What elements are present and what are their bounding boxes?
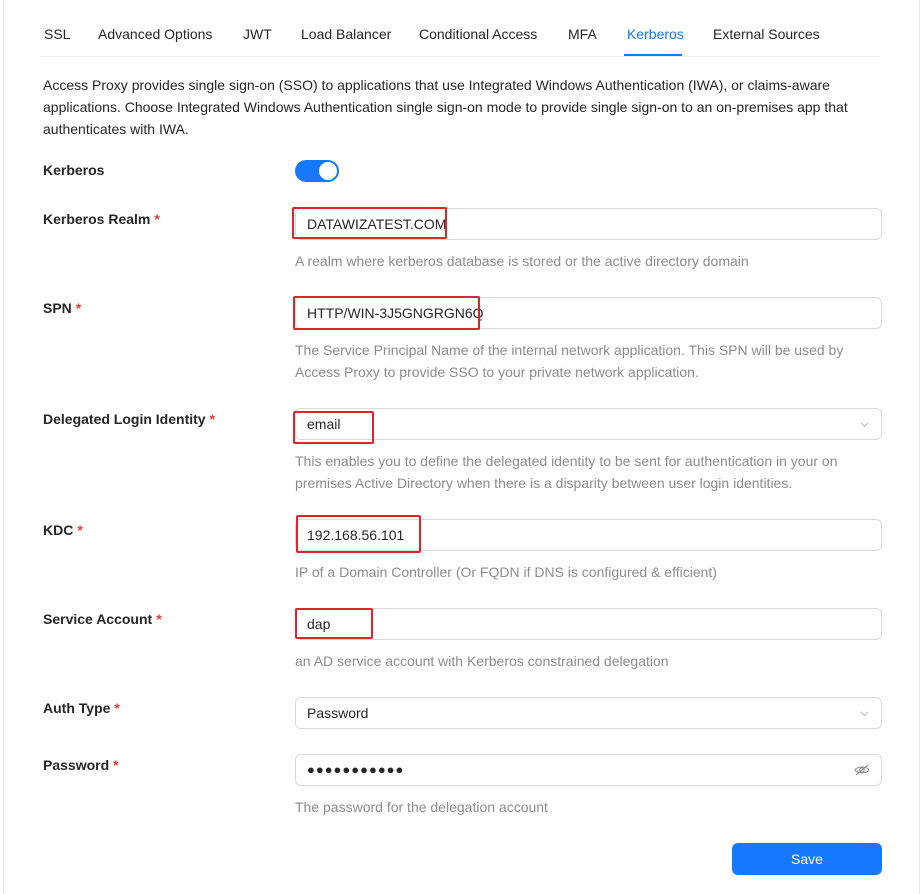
kerberos-toggle[interactable] — [295, 160, 339, 182]
kerberos-realm-value: DATAWIZATEST.COM — [307, 216, 447, 232]
tab-load-balancer[interactable]: Load Balancer — [301, 26, 391, 42]
required-marker: * — [113, 757, 119, 773]
kerberos-label: Kerberos — [43, 162, 104, 178]
kdc-label-text: KDC — [43, 522, 74, 538]
kerberos-realm-label: Kerberos Realm * — [43, 211, 160, 227]
tab-mfa[interactable]: MFA — [568, 26, 597, 42]
kerberos-realm-input[interactable]: DATAWIZATEST.COM — [295, 208, 882, 240]
spn-input[interactable]: HTTP/WIN-3J5GNGRGN6Q — [295, 297, 882, 329]
kdc-input[interactable]: 192.168.56.101 — [295, 519, 882, 551]
kerberos-description: Access Proxy provides single sign-on (SS… — [43, 77, 848, 137]
save-button[interactable]: Save — [732, 843, 882, 875]
spn-label: SPN * — [43, 300, 81, 316]
required-marker: * — [114, 700, 120, 716]
active-tab-indicator — [624, 54, 682, 56]
spn-value: HTTP/WIN-3J5GNGRGN6Q — [307, 305, 484, 321]
delegated-identity-help: This enables you to define the delegated… — [295, 453, 838, 491]
required-marker: * — [156, 611, 162, 627]
toggle-knob — [319, 162, 337, 180]
auth-type-label: Auth Type * — [43, 700, 120, 716]
eye-off-icon[interactable] — [854, 763, 870, 777]
tab-kerberos[interactable]: Kerberos — [627, 26, 684, 42]
auth-type-select[interactable]: Password — [295, 697, 882, 729]
chevron-down-icon — [860, 711, 869, 717]
tab-jwt[interactable]: JWT — [243, 26, 272, 42]
auth-type-label-text: Auth Type — [43, 700, 111, 716]
kdc-value: 192.168.56.101 — [307, 527, 405, 543]
password-input[interactable]: ●●●●●●●●●●● — [295, 754, 882, 786]
required-marker: * — [209, 411, 216, 427]
delegated-identity-label: Delegated Login Identity * — [43, 411, 215, 427]
kdc-help: IP of a Domain Controller (Or FQDN if DN… — [295, 564, 717, 580]
delegated-identity-label-text: Delegated Login Identity — [43, 411, 206, 427]
service-account-label-text: Service Account — [43, 611, 153, 627]
service-account-label: Service Account * — [43, 611, 162, 627]
tab-conditional-access[interactable]: Conditional Access — [419, 26, 537, 42]
required-marker: * — [154, 211, 160, 227]
password-masked-value: ●●●●●●●●●●● — [307, 762, 405, 777]
tab-external-sources[interactable]: External Sources — [713, 26, 820, 42]
spn-label-text: SPN — [43, 300, 72, 316]
delegated-identity-value: email — [307, 416, 341, 432]
password-help: The password for the delegation account — [295, 799, 548, 815]
kerberos-realm-label-text: Kerberos Realm — [43, 211, 151, 227]
service-account-input[interactable]: dap — [295, 608, 882, 640]
service-account-value: dap — [307, 616, 331, 632]
kerberos-realm-help: A realm where kerberos database is store… — [295, 253, 749, 269]
password-label: Password * — [43, 757, 119, 773]
required-marker: * — [75, 300, 82, 316]
service-account-help: an AD service account with Kerberos cons… — [295, 653, 669, 669]
auth-type-value: Password — [307, 705, 369, 721]
required-marker: * — [77, 522, 83, 538]
delegated-identity-select[interactable]: email — [295, 408, 882, 440]
chevron-down-icon — [860, 422, 869, 428]
tab-ssl[interactable]: SSL — [44, 26, 70, 42]
password-label-text: Password — [43, 757, 110, 773]
kdc-label: KDC * — [43, 522, 83, 538]
kerberos-label-text: Kerberos — [43, 162, 105, 178]
spn-help: The Service Principal Name of the intern… — [295, 342, 844, 380]
tab-bar: SSL Advanced Options JWT Load Balancer C… — [40, 0, 880, 57]
tab-advanced-options[interactable]: Advanced Options — [98, 26, 212, 42]
